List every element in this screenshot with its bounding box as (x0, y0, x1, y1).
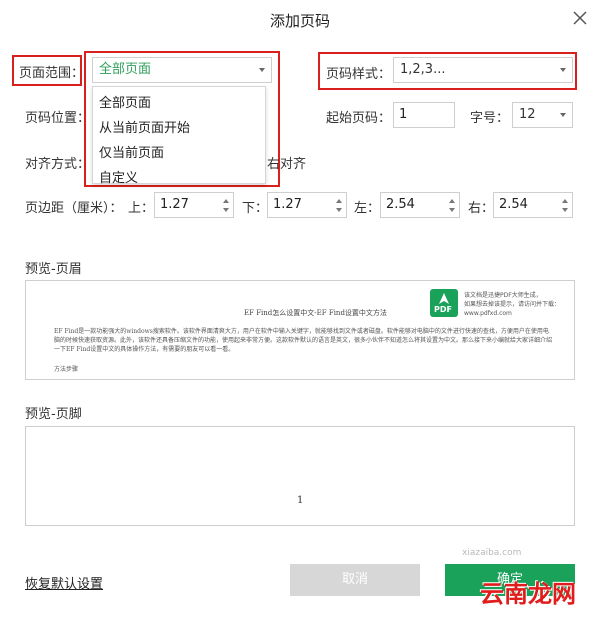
page-range-label: 页面范围： (19, 66, 85, 81)
reset-defaults-link[interactable]: 恢复默认设置 (25, 573, 103, 592)
margin-left-spinner[interactable]: 2.54 (380, 192, 460, 218)
preview-footer-label: 预览-页脚 (25, 407, 82, 422)
number-style-selected: 1,2,3... (400, 62, 446, 77)
doc-steps-heading: 方法步骤 (54, 366, 79, 373)
pdf-logo: PDF (430, 289, 458, 317)
font-size-label: 字号： (470, 111, 510, 126)
margin-left-label: 左： (354, 201, 381, 216)
chevron-down-icon (259, 68, 265, 72)
alignment-label: 对齐方式： (25, 157, 91, 172)
start-number-input[interactable]: 1 (393, 102, 455, 128)
dropdown-option-from-current[interactable]: 从当前页面开始 (99, 117, 190, 136)
dropdown-option-current-only[interactable]: 仅当前页面 (99, 142, 164, 161)
spinner-up-icon[interactable] (449, 199, 455, 203)
margin-right-spinner[interactable]: 2.54 (493, 192, 573, 218)
spinner-down-icon[interactable] (449, 208, 455, 212)
margin-bottom-label: 下： (242, 201, 269, 216)
margin-right-label: 右： (468, 201, 495, 216)
notice-line-2: 如果想去掉该提示，请访问并下载： (464, 301, 561, 308)
margin-top-value: 1.27 (160, 197, 189, 212)
dialog-title: 添加页码 (269, 12, 330, 30)
margin-top-spinner[interactable]: 1.27 (154, 192, 234, 218)
doc-paragraph: EF Find是一款功能强大的windows搜索软件。该软件界面清爽大方，用户在… (54, 328, 553, 353)
start-number-label: 起始页码： (326, 111, 392, 126)
number-position-label: 页码位置： (25, 111, 91, 126)
spinner-up-icon[interactable] (562, 199, 568, 203)
margin-bottom-spinner[interactable]: 1.27 (267, 192, 347, 218)
page-range-selected: 全部页面 (99, 62, 152, 77)
close-icon[interactable] (570, 8, 590, 28)
watermark-latin: xiazaiba.com (462, 548, 522, 558)
number-style-label: 页码样式： (326, 67, 392, 82)
generator-notice: 该文档是迅捷PDF大师生成， 如果想去掉该提示，请访问并下载： www.pdfx… (464, 291, 572, 318)
dropdown-option-custom[interactable]: 自定义 (99, 167, 138, 186)
align-right-option[interactable]: 右对齐 (267, 153, 306, 172)
watermark-cn: 云南龙网 (480, 580, 576, 608)
notice-line-3: www.pdfxd.com (464, 310, 512, 317)
page-range-select[interactable]: 全部页面 (92, 57, 272, 83)
preview-footer-box: 1 (25, 426, 575, 526)
notice-line-1: 该文档是迅捷PDF大师生成， (464, 292, 542, 299)
doc-title: EF Find怎么设置中文-EF Find设置中文方法 (244, 309, 387, 317)
spinner-up-icon[interactable] (223, 199, 229, 203)
pdf-badge: PDF (434, 305, 452, 314)
page-range-dropdown-list: 全部页面 从当前页面开始 仅当前页面 自定义 (92, 86, 266, 186)
dropdown-option-all-pages[interactable]: 全部页面 (99, 92, 151, 111)
number-style-select[interactable]: 1,2,3... (393, 57, 573, 83)
spinner-down-icon[interactable] (223, 208, 229, 212)
chevron-down-icon (560, 68, 566, 72)
margins-label: 页边距（厘米）： (25, 201, 123, 216)
preview-header-label: 预览-页眉 (25, 262, 82, 277)
cancel-button[interactable]: 取消 (290, 564, 420, 596)
margin-right-value: 2.54 (499, 197, 528, 212)
font-size-selected: 12 (519, 107, 536, 122)
font-size-select[interactable]: 12 (512, 102, 573, 128)
spinner-up-icon[interactable] (336, 199, 342, 203)
chevron-down-icon (560, 113, 566, 117)
spinner-down-icon[interactable] (336, 208, 342, 212)
spinner-down-icon[interactable] (562, 208, 568, 212)
preview-header-box: PDF 该文档是迅捷PDF大师生成， 如果想去掉该提示，请访问并下载： www.… (25, 280, 575, 380)
footer-page-number: 1 (297, 495, 304, 506)
margin-left-value: 2.54 (386, 197, 415, 212)
margin-top-label: 上： (128, 201, 155, 216)
margin-bottom-value: 1.27 (273, 197, 302, 212)
